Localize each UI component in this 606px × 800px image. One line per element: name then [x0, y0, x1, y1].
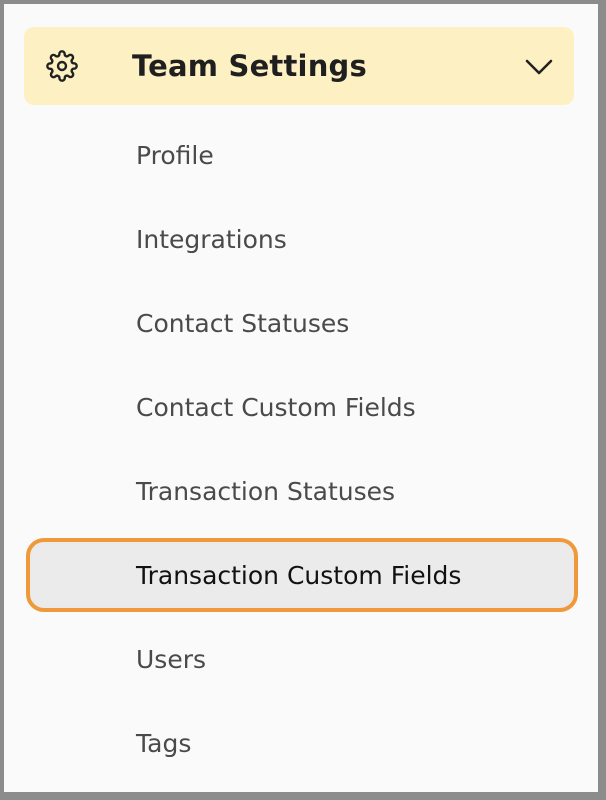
gear-icon: [46, 50, 78, 82]
menu-item-integrations[interactable]: Integrations: [4, 198, 598, 282]
menu-item-label: Transaction Statuses: [136, 477, 396, 506]
menu-item-label: Contact Statuses: [136, 309, 350, 338]
menu-item-label: Transaction Custom Fields: [136, 561, 462, 590]
menu-item-contact-statuses[interactable]: Contact Statuses: [4, 282, 598, 366]
team-settings-header[interactable]: Team Settings: [24, 27, 574, 105]
menu-item-users[interactable]: Users: [4, 618, 598, 702]
menu-item-label: Users: [136, 645, 207, 674]
settings-panel: Team Settings Profile Integrations Conta…: [4, 4, 598, 792]
menu-item-label: Profile: [136, 141, 214, 170]
settings-menu: Profile Integrations Contact Statuses Co…: [4, 114, 598, 786]
menu-item-tags[interactable]: Tags: [4, 702, 598, 786]
menu-item-transaction-custom-fields[interactable]: Transaction Custom Fields: [4, 534, 598, 618]
menu-item-contact-custom-fields[interactable]: Contact Custom Fields: [4, 366, 598, 450]
menu-item-label: Tags: [136, 729, 192, 758]
menu-item-profile[interactable]: Profile: [4, 114, 598, 198]
menu-item-transaction-statuses[interactable]: Transaction Statuses: [4, 450, 598, 534]
menu-item-label: Integrations: [136, 225, 287, 254]
header-title: Team Settings: [132, 49, 367, 83]
chevron-down-icon[interactable]: [524, 53, 554, 79]
menu-item-label: Contact Custom Fields: [136, 393, 416, 422]
